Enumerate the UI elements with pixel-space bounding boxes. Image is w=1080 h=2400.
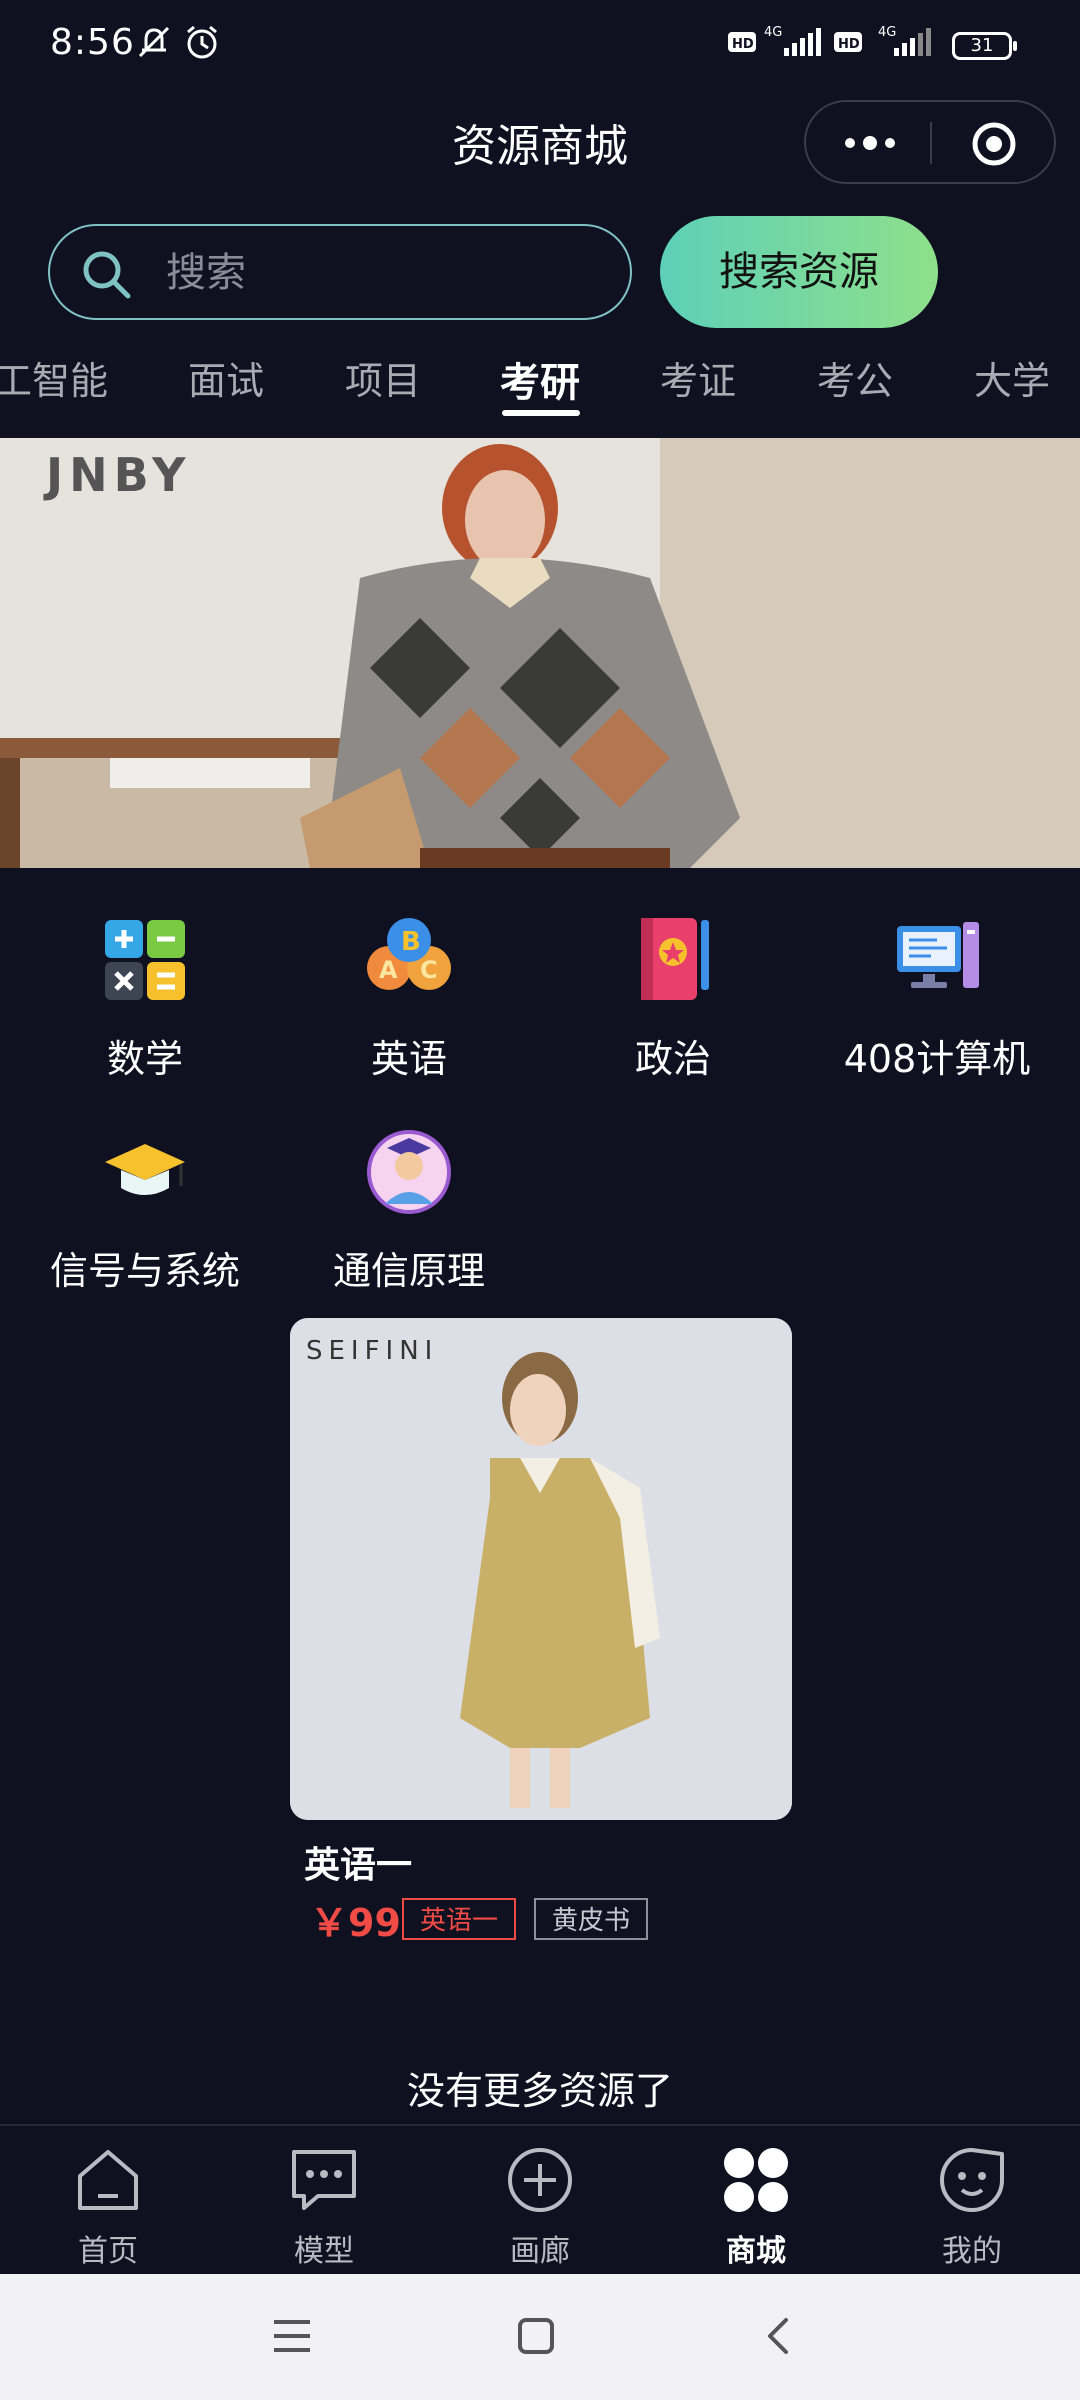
grid-clover-icon xyxy=(724,2148,788,2212)
category-label: 信号与系统 xyxy=(49,1249,240,1293)
abc-balloons-icon: B A C xyxy=(367,918,451,990)
calculator-icon xyxy=(105,920,185,1000)
tab-university[interactable]: 大学 xyxy=(974,350,1050,405)
svg-text:B: B xyxy=(401,927,421,957)
search-icon xyxy=(83,251,131,299)
nav-gallery[interactable]: 画廊 xyxy=(465,2144,615,2270)
product-card[interactable]: SEIFINI 英语一 ￥99 英语一 黄皮书 xyxy=(290,1318,792,1974)
product-tag: 黄皮书 xyxy=(534,1898,649,1940)
status-bar: 8:56 HD 4G HD 4G 31 xyxy=(0,0,1080,92)
search-button[interactable]: 搜索资源 xyxy=(660,216,938,328)
product-photo xyxy=(290,1318,792,1820)
bottom-nav: 首页 模型 画廊 商城 我的 xyxy=(0,2124,1080,2276)
category-label: 英语 xyxy=(370,1037,447,1081)
svg-text:HD: HD xyxy=(838,37,860,52)
nav-model[interactable]: 模型 xyxy=(249,2144,399,2270)
alarm-icon xyxy=(187,25,217,59)
menu-icon[interactable] xyxy=(270,2314,314,2358)
category-signals-systems[interactable]: 信号与系统 xyxy=(13,1122,277,1295)
home-square-icon[interactable] xyxy=(514,2314,558,2358)
battery-icon: 31 xyxy=(952,32,1017,60)
category-label: 通信原理 xyxy=(332,1249,485,1293)
signal-1-icon: HD 4G xyxy=(728,25,821,56)
svg-text:C: C xyxy=(420,956,438,984)
capsule-divider xyxy=(930,122,932,164)
tab-ai[interactable]: 工智能 xyxy=(0,350,108,405)
banner-image[interactable]: JNBY xyxy=(0,438,1080,868)
back-icon[interactable] xyxy=(758,2314,802,2358)
tab-certificate[interactable]: 考证 xyxy=(660,350,736,405)
close-target-icon[interactable] xyxy=(970,120,1018,168)
red-book-icon xyxy=(641,918,709,1000)
nav-home[interactable]: 首页 xyxy=(33,2144,183,2270)
nav-label: 首页 xyxy=(78,2234,138,2269)
banner-brand: JNBY xyxy=(46,448,192,502)
signal-2-icon: HD 4G xyxy=(834,25,931,56)
nav-label: 我的 xyxy=(942,2234,1002,2269)
category-label: 数学 xyxy=(106,1037,183,1081)
product-tag: 英语一 xyxy=(402,1898,517,1940)
category-label: 408计算机 xyxy=(843,1037,1031,1081)
tab-civil-service[interactable]: 考公 xyxy=(817,350,893,405)
tab-project[interactable]: 项目 xyxy=(345,350,421,405)
product-price: ￥99 xyxy=(310,1901,401,1945)
network-label-1: 4G xyxy=(764,25,782,40)
product-title: 英语一 xyxy=(304,1845,413,1886)
home-icon xyxy=(78,2150,138,2210)
bell-muted-icon xyxy=(138,26,170,58)
plus-circle-icon xyxy=(508,2148,572,2212)
chat-bubble-icon xyxy=(292,2150,356,2210)
more-icon[interactable] xyxy=(840,126,900,160)
category-communication[interactable]: 通信原理 xyxy=(277,1122,541,1295)
category-english[interactable]: B A C 英语 xyxy=(277,910,541,1083)
mini-program-capsule xyxy=(804,100,1056,184)
list-end-text: 没有更多资源了 xyxy=(406,2069,673,2113)
tab-kaoyan[interactable]: 考研 xyxy=(500,350,580,408)
search-box[interactable] xyxy=(48,224,632,320)
status-time: 8:56 xyxy=(50,22,135,63)
nav-label: 画廊 xyxy=(510,2234,570,2269)
search-input[interactable] xyxy=(164,242,608,304)
product-image[interactable]: SEIFINI xyxy=(290,1318,792,1820)
category-politics[interactable]: 政治 xyxy=(541,910,805,1083)
category-computer[interactable]: 408计算机 xyxy=(805,910,1069,1083)
system-nav-bar xyxy=(0,2274,1080,2400)
category-math[interactable]: 数学 xyxy=(13,910,277,1083)
nav-label: 商城 xyxy=(726,2234,786,2269)
graduation-cap-icon xyxy=(105,1144,185,1195)
tab-interview[interactable]: 面试 xyxy=(188,350,264,405)
nav-mine[interactable]: 我的 xyxy=(897,2144,1047,2270)
banner-photo xyxy=(0,438,1080,868)
graduate-avatar-icon xyxy=(367,1130,451,1214)
svg-text:HD: HD xyxy=(732,37,754,52)
nav-mall[interactable]: 商城 xyxy=(681,2144,831,2270)
active-tab-indicator xyxy=(502,410,580,416)
network-label-2: 4G xyxy=(878,25,896,40)
category-label: 政治 xyxy=(634,1037,711,1081)
nav-label: 模型 xyxy=(294,2234,354,2269)
product-brand: SEIFINI xyxy=(306,1336,439,1366)
smile-face-icon xyxy=(940,2148,1004,2212)
computer-icon xyxy=(897,922,979,988)
svg-text:A: A xyxy=(379,956,398,984)
